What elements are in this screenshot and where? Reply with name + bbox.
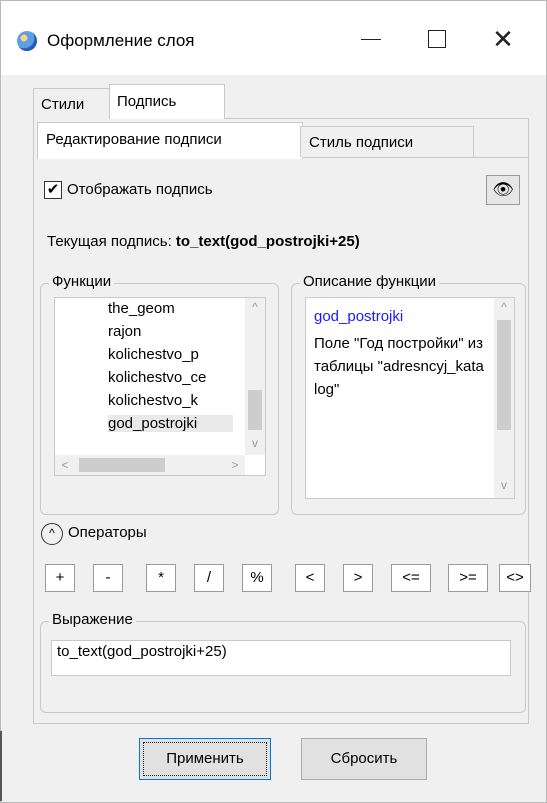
window-title: Оформление слоя	[47, 31, 195, 50]
functions-group: Функции the_geom rajon kolichestvo_p kol…	[40, 273, 279, 515]
scroll-thumb[interactable]	[248, 390, 262, 430]
maximize-button[interactable]	[407, 19, 467, 59]
description-group: Описание функции god_postrojki Поле "Год…	[291, 273, 526, 515]
minimize-button[interactable]	[341, 19, 401, 59]
operator-less-button[interactable]: <	[295, 564, 325, 592]
focus-outline	[143, 742, 267, 776]
operator-plus-button[interactable]: +	[45, 564, 75, 592]
close-button[interactable]: ✕	[473, 19, 533, 59]
operator-modulo-button[interactable]: %	[242, 564, 272, 592]
description-title: god_postrojki	[314, 308, 404, 325]
expression-legend: Выражение	[49, 611, 136, 628]
operator-divide-button[interactable]: /	[194, 564, 224, 592]
list-item[interactable]: the_geom	[108, 300, 233, 317]
scroll-right-icon[interactable]: >	[225, 455, 245, 475]
show-label-text[interactable]: Отображать подпись	[67, 181, 213, 198]
operator-minus-button[interactable]: -	[93, 564, 123, 592]
functions-legend: Функции	[49, 273, 115, 290]
expression-field[interactable]: to_text(god_postrojki+25)	[51, 640, 511, 676]
preview-button[interactable]: 👁	[486, 175, 520, 205]
eye-icon: 👁	[492, 180, 514, 199]
minimize-icon	[361, 38, 381, 40]
scroll-left-icon[interactable]: <	[55, 455, 75, 475]
tab-edit-label[interactable]: Редактирование подписи	[37, 122, 303, 159]
scroll-up-icon[interactable]: ^	[245, 300, 265, 314]
window-edge	[0, 731, 2, 801]
title-bar: Оформление слоя ✕	[1, 1, 546, 75]
scroll-thumb[interactable]	[79, 458, 165, 472]
description-text: Поле "Год постройки" из таблицы "adresnc…	[314, 335, 484, 398]
tab-label[interactable]: Подпись	[109, 84, 225, 119]
functions-vertical-scrollbar[interactable]: ^ v	[245, 298, 265, 455]
scroll-down-icon[interactable]: v	[245, 436, 265, 450]
current-label-value: to_text(god_postrojki+25)	[175, 233, 360, 250]
operator-multiply-button[interactable]: *	[146, 564, 176, 592]
description-scrollbar[interactable]: ^ v	[494, 298, 514, 498]
scroll-down-icon[interactable]: v	[494, 478, 514, 492]
description-legend: Описание функции	[300, 273, 440, 290]
list-item-selected[interactable]: god_postrojki	[108, 415, 233, 432]
tab-styles[interactable]: Стили	[33, 88, 119, 119]
functions-horizontal-scrollbar[interactable]: < >	[55, 455, 245, 475]
scroll-thumb[interactable]	[497, 320, 511, 430]
show-label-checkbox[interactable]: ✔	[44, 181, 62, 199]
current-label-line: Текущая подпись: to_text(god_postrojki+2…	[47, 233, 360, 250]
expression-group: Выражение to_text(god_postrojki+25)	[40, 611, 526, 713]
globe-icon	[17, 31, 37, 51]
list-item[interactable]: kolichestvo_k	[108, 392, 233, 409]
list-item[interactable]: kolichestvo_ce	[108, 369, 233, 386]
list-item[interactable]: kolichestvo_p	[108, 346, 233, 363]
operator-not-equal-button[interactable]: <>	[499, 564, 531, 592]
reset-button[interactable]: Сбросить	[301, 738, 427, 780]
operator-less-equal-button[interactable]: <=	[391, 564, 431, 592]
operator-greater-button[interactable]: >	[343, 564, 373, 592]
maximize-icon	[428, 30, 446, 48]
close-icon: ✕	[492, 24, 514, 54]
list-item[interactable]: rajon	[108, 323, 233, 340]
scroll-up-icon[interactable]: ^	[494, 300, 514, 314]
current-label-prefix: Текущая подпись:	[47, 233, 172, 250]
chevron-up-icon[interactable]: ^	[41, 523, 63, 545]
tab-label-style[interactable]: Стиль подписи	[300, 126, 474, 157]
operator-greater-equal-button[interactable]: >=	[448, 564, 488, 592]
operators-label: Операторы	[68, 524, 147, 541]
apply-button[interactable]: Применить	[139, 738, 271, 780]
functions-list[interactable]: the_geom rajon kolichestvo_p kolichestvo…	[54, 297, 266, 476]
description-box: god_postrojki Поле "Год постройки" из та…	[305, 297, 515, 499]
